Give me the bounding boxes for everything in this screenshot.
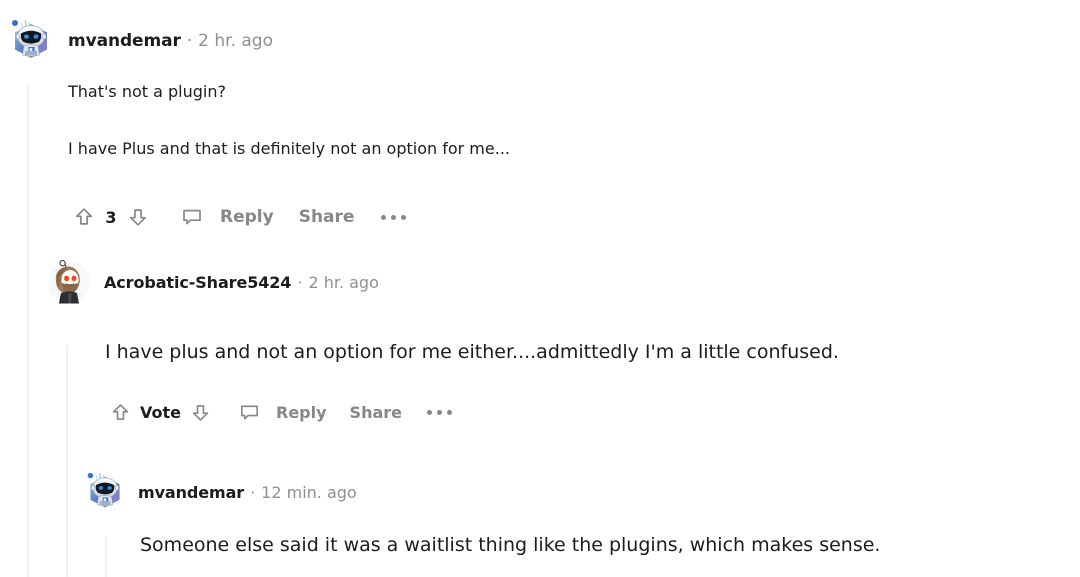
comment-timestamp: 2 hr. ago: [308, 272, 379, 292]
share-button[interactable]: Share: [350, 403, 402, 422]
comment-author-username[interactable]: mvandemar: [138, 483, 244, 502]
meta-separator: ·: [297, 272, 303, 292]
share-button[interactable]: Share: [299, 207, 355, 227]
meta-separator: ·: [186, 31, 193, 51]
reply-button[interactable]: Reply: [220, 207, 274, 227]
comment-timestamp: 2 hr. ago: [198, 31, 273, 51]
comment-bubble-icon[interactable]: [236, 399, 263, 426]
robot-snoo-avatar[interactable]: [84, 471, 126, 513]
vote-group: 3: [70, 203, 152, 231]
more-options-icon[interactable]: [427, 410, 452, 415]
more-options-icon[interactable]: [381, 214, 407, 220]
comment-paragraph: I have Plus and that is definitely not a…: [68, 139, 510, 158]
comment-timestamp: 12 min. ago: [261, 482, 357, 502]
comment-header: mvandemar · 2 hr. ago: [8, 20, 273, 58]
comment-paragraph: I have plus and not an option for me eit…: [105, 341, 839, 363]
comment-actions-depth-0: 3 Reply Share: [70, 203, 407, 231]
downvote-icon[interactable]: [124, 203, 152, 231]
comment-bubble-icon[interactable]: [178, 203, 206, 231]
upvote-icon[interactable]: [107, 399, 134, 426]
upvote-icon[interactable]: [70, 203, 98, 231]
comment-body-depth-2: Someone else said it was a waitlist thin…: [140, 531, 1040, 560]
threadline-depth-0[interactable]: [27, 84, 29, 577]
comment-actions-depth-1: Vote Reply Share: [107, 399, 452, 426]
comment-body-depth-1: I have plus and not an option for me eit…: [105, 338, 1020, 367]
reply-button[interactable]: Reply: [276, 403, 327, 422]
comment-paragraph: Someone else said it was a waitlist thin…: [140, 534, 881, 556]
vote-score[interactable]: Vote: [140, 403, 181, 422]
threadline-depth-1[interactable]: [66, 345, 68, 577]
comment-header: Acrobatic-Share5424 · 2 hr. ago: [47, 260, 379, 304]
bearded-snoo-avatar[interactable]: [47, 260, 91, 304]
comment-meta: mvandemar · 2 hr. ago: [68, 31, 273, 51]
downvote-icon[interactable]: [187, 399, 214, 426]
comment-depth-1: Acrobatic-Share5424 · 2 hr. ago: [47, 260, 379, 304]
comment-depth-0: mvandemar · 2 hr. ago: [8, 20, 273, 58]
comment-author-username[interactable]: mvandemar: [68, 31, 181, 51]
threadline-depth-2[interactable]: [105, 537, 107, 577]
vote-group: Vote: [107, 399, 214, 426]
comment-paragraph: That's not a plugin?: [68, 82, 226, 101]
comment-header: mvandemar · 12 min. ago: [84, 472, 357, 509]
comment-meta: Acrobatic-Share5424 · 2 hr. ago: [104, 273, 379, 292]
robot-snoo-avatar[interactable]: [8, 18, 54, 64]
comment-depth-2: mvandemar · 12 min. ago: [84, 472, 357, 509]
comment-body-depth-0: That's not a plugin? I have Plus and tha…: [68, 80, 1018, 161]
comment-meta: mvandemar · 12 min. ago: [138, 483, 357, 502]
comment-author-username[interactable]: Acrobatic-Share5424: [104, 273, 291, 292]
meta-separator: ·: [250, 482, 256, 502]
comment-thread: mvandemar · 2 hr. ago That's not a plugi…: [0, 0, 1080, 577]
vote-score: 3: [105, 207, 117, 227]
